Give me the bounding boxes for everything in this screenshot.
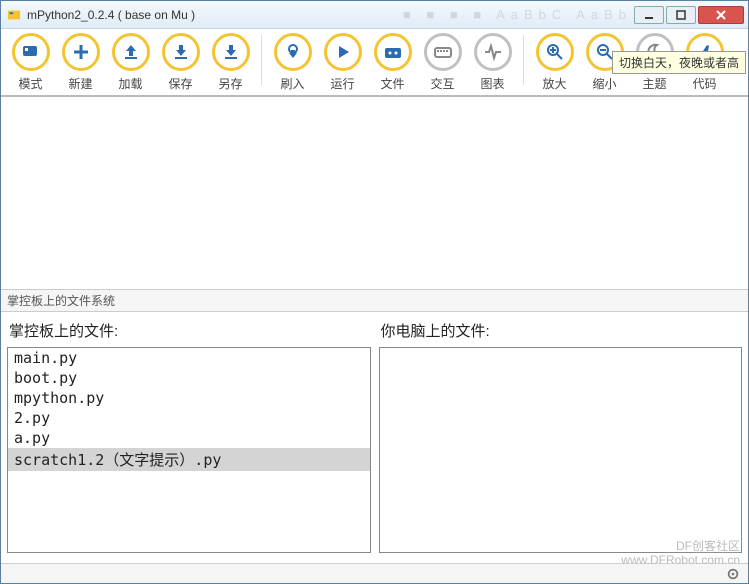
app-icon — [7, 8, 21, 22]
upload-icon — [112, 33, 150, 71]
files-panel-header: 掌控板上的文件系统 — [1, 289, 748, 312]
toolbar-repl-button[interactable]: 交互 — [419, 33, 466, 92]
toolbar-plot-label: 图表 — [469, 75, 516, 92]
close-button[interactable] — [698, 6, 744, 24]
toolbar-load-label: 加载 — [107, 75, 154, 92]
list-item[interactable]: a.py — [8, 428, 370, 448]
toolbar-zoomin-label: 放大 — [531, 75, 578, 92]
folder-icon — [374, 33, 412, 71]
computer-file-list[interactable] — [379, 347, 743, 553]
toolbar-plot-button[interactable]: 图表 — [469, 33, 516, 92]
toolbar-files-label: 文件 — [369, 75, 416, 92]
toolbar-save-label: 保存 — [157, 75, 204, 92]
toolbar-flash-button[interactable]: 刷入 — [269, 33, 316, 92]
toolbar-zoomout-label: 缩小 — [581, 75, 628, 92]
toolbar-saveas-label: 另存 — [207, 75, 254, 92]
keyboard-icon — [424, 33, 462, 71]
computer-files-column: 你电脑上的文件: — [379, 316, 743, 553]
toolbar-mode-button[interactable]: 模式 — [7, 33, 54, 92]
toolbar-run-label: 运行 — [319, 75, 366, 92]
zoom-in-icon — [536, 33, 574, 71]
editor-area[interactable] — [1, 97, 748, 289]
titlebar-background-hint: ■ ■ ■ ■ AaBbC AaBb — [403, 7, 632, 22]
toolbar-separator — [523, 35, 524, 85]
pulse-icon — [474, 33, 512, 71]
computer-files-title: 你电脑上的文件: — [379, 316, 743, 347]
device-files-title: 掌控板上的文件: — [7, 316, 371, 347]
list-item[interactable]: mpython.py — [8, 388, 370, 408]
maximize-button[interactable] — [666, 6, 696, 24]
statusbar — [1, 563, 748, 583]
toolbar-new-label: 新建 — [57, 75, 104, 92]
titlebar: mPython2_0.2.4 ( base on Mu ) ■ ■ ■ ■ Aa… — [1, 1, 748, 29]
window-title: mPython2_0.2.4 ( base on Mu ) — [27, 8, 403, 22]
toolbar-separator — [261, 35, 262, 85]
toolbar-files-button[interactable]: 文件 — [369, 33, 416, 92]
list-item[interactable]: boot.py — [8, 368, 370, 388]
minimize-button[interactable] — [634, 6, 664, 24]
toolbar-mode-label: 模式 — [7, 75, 54, 92]
app-window: mPython2_0.2.4 ( base on Mu ) ■ ■ ■ ■ Aa… — [0, 0, 749, 584]
mode-icon — [12, 33, 50, 71]
toolbar-saveas-button[interactable]: 另存 — [207, 33, 254, 92]
toolbar-run-button[interactable]: 运行 — [319, 33, 366, 92]
toolbar-new-button[interactable]: 新建 — [57, 33, 104, 92]
play-icon — [324, 33, 362, 71]
toolbar-zoomin-button[interactable]: 放大 — [531, 33, 578, 92]
list-item[interactable]: main.py — [8, 348, 370, 368]
list-item[interactable]: 2.py — [8, 408, 370, 428]
toolbar-theme-label: 主题 — [631, 75, 678, 92]
toolbar: 模式新建加载保存另存刷入运行文件交互图表放大缩小主题代码切换白天，夜晚或者高 — [1, 29, 748, 97]
chip-download-icon — [274, 33, 312, 71]
download-icon — [212, 33, 250, 71]
toolbar-load-button[interactable]: 加载 — [107, 33, 154, 92]
toolbar-repl-label: 交互 — [419, 75, 466, 92]
theme-tooltip: 切换白天，夜晚或者高 — [612, 51, 746, 74]
plus-icon — [62, 33, 100, 71]
download-icon — [162, 33, 200, 71]
device-file-list[interactable]: main.pyboot.pympython.py2.pya.pyscratch1… — [7, 347, 371, 553]
toolbar-flash-label: 刷入 — [269, 75, 316, 92]
toolbar-code-label: 代码 — [681, 75, 728, 92]
gear-icon[interactable] — [726, 567, 740, 581]
toolbar-save-button[interactable]: 保存 — [157, 33, 204, 92]
list-item[interactable]: scratch1.2（文字提示）.py — [8, 448, 370, 471]
device-files-column: 掌控板上的文件: main.pyboot.pympython.py2.pya.p… — [7, 316, 371, 553]
files-panel: 掌控板上的文件: main.pyboot.pympython.py2.pya.p… — [1, 312, 748, 557]
